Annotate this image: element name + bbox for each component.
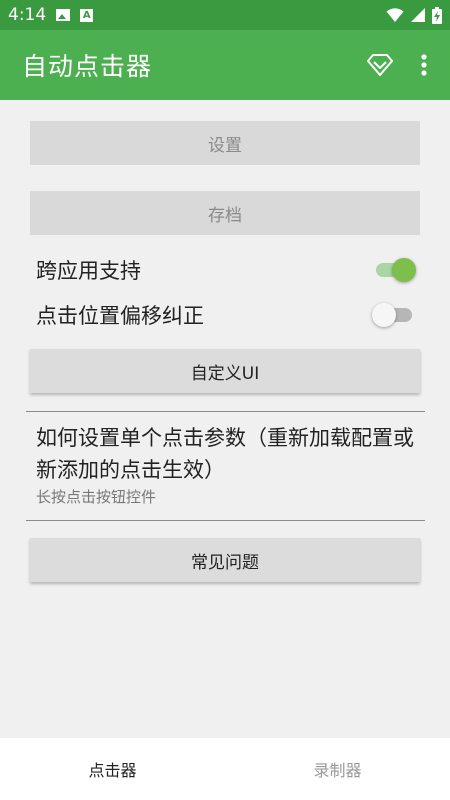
app-title: 自动点击器 (22, 52, 153, 81)
archive-button[interactable]: 存档 (30, 191, 420, 235)
info-subtitle: 长按点击按钮控件 (36, 488, 157, 506)
status-time: 4:14 (8, 5, 47, 25)
bottom-nav: 点击器 录制器 (0, 738, 450, 800)
divider (26, 411, 425, 412)
offset-correction-switch[interactable] (372, 302, 416, 328)
info-title: 如何设置单个点击参数（重新加载配置或新添加的点击生效） (36, 426, 414, 482)
tab-recorder[interactable]: 录制器 (225, 738, 450, 800)
custom-ui-button[interactable]: 自定义UI (30, 349, 420, 393)
switch-thumb (392, 258, 416, 282)
image-icon (56, 9, 71, 21)
cross-app-switch[interactable] (372, 257, 416, 283)
offset-correction-row[interactable]: 点击位置偏移纠正 (36, 297, 416, 333)
diamond-icon[interactable] (366, 53, 394, 77)
more-vert-icon[interactable] (420, 53, 428, 77)
cross-app-label: 跨应用支持 (36, 259, 141, 283)
tab-clicker[interactable]: 点击器 (0, 738, 225, 800)
cross-app-row[interactable]: 跨应用支持 (36, 252, 416, 288)
info-item[interactable]: 如何设置单个点击参数（重新加载配置或新添加的点击生效） 长按点击按钮控件 (36, 422, 426, 508)
a-icon: A (80, 8, 94, 22)
switch-thumb (372, 303, 396, 327)
main-content: 设置 存档 跨应用支持 点击位置偏移纠正 自定义UI 如何设置单个点击参数（重新… (0, 100, 450, 738)
status-bar: 4:14 A (0, 0, 450, 30)
signal-icon (411, 8, 425, 22)
offset-correction-label: 点击位置偏移纠正 (36, 304, 204, 328)
settings-button[interactable]: 设置 (30, 121, 420, 165)
wifi-icon (386, 8, 404, 22)
divider (26, 520, 425, 521)
app-bar: 自动点击器 (0, 30, 450, 100)
faq-button[interactable]: 常见问题 (30, 538, 420, 582)
battery-charging-icon (432, 6, 442, 24)
